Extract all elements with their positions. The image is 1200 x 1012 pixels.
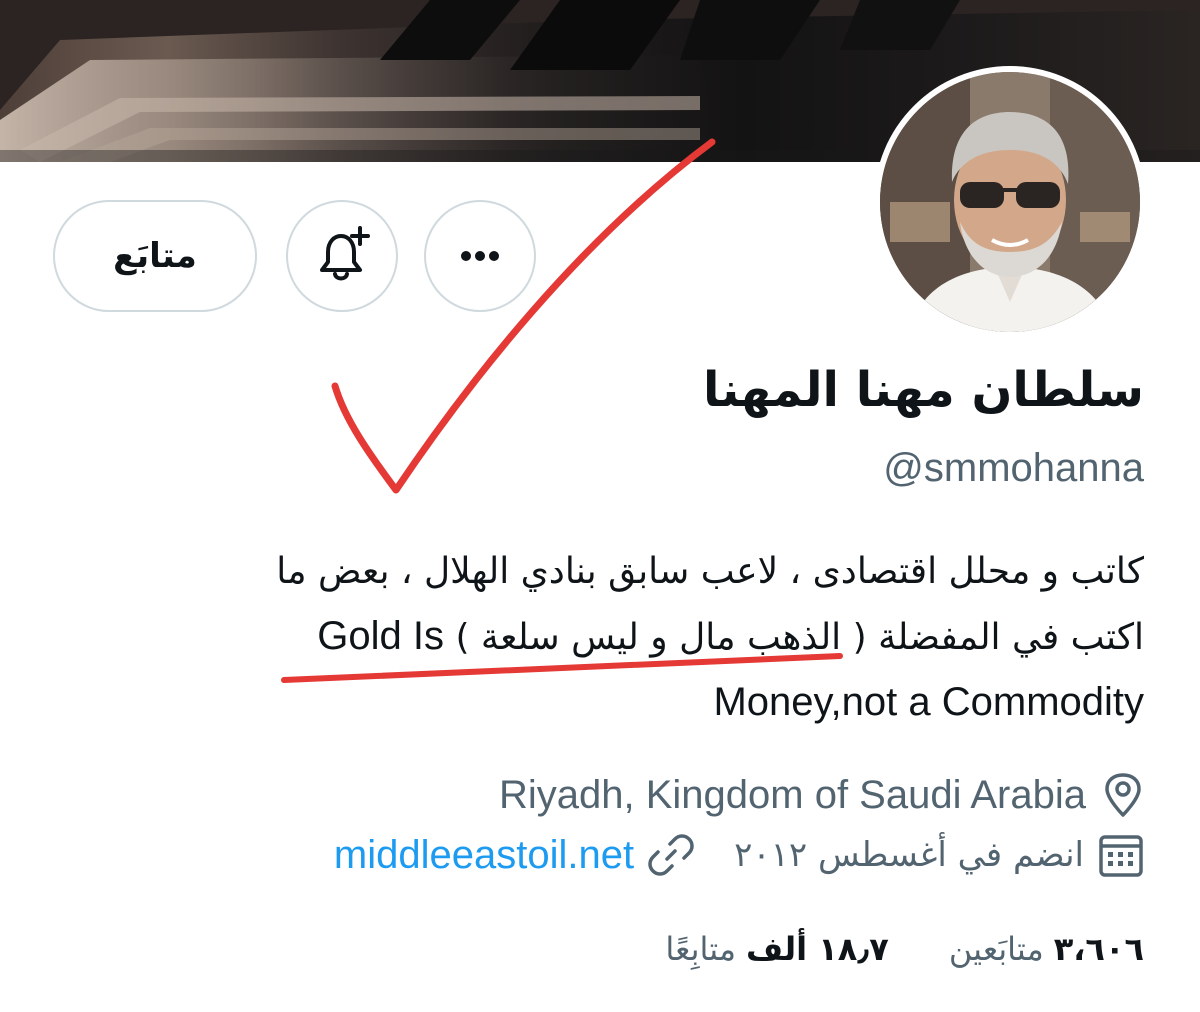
profile-name: سلطان مهنا المهنا — [703, 362, 1144, 418]
following-label: متابَعين — [948, 930, 1044, 968]
followers-stat[interactable]: ١٨٫٧ ألف متابِعًا — [665, 930, 888, 968]
avatar-photo — [880, 72, 1140, 332]
location-text: Riyadh, Kingdom of Saudi Arabia — [498, 772, 1086, 817]
profile-location: Riyadh, Kingdom of Saudi Arabia — [499, 772, 1144, 818]
bio-line-2: اكتب في المفضلة ( الذهب مال و ليس سلعة )… — [144, 604, 1144, 670]
following-stat[interactable]: ٣،٦٠٦ متابَعين — [949, 930, 1144, 968]
location-pin-icon — [1105, 773, 1141, 817]
more-dots-icon — [461, 251, 499, 261]
website-link[interactable]: middleeastoil.net — [334, 833, 634, 878]
profile-handle: @smmohanna — [883, 446, 1144, 490]
following-count: ٣،٦٠٦ — [1053, 930, 1144, 968]
profile-bio: كاتب و محلل اقتصادى ، لاعب سابق بنادي ال… — [144, 540, 1144, 734]
notifications-button[interactable] — [286, 200, 398, 312]
bio-line-3: Money,not a Commodity — [713, 680, 1144, 724]
following-button[interactable]: متابَع — [53, 200, 257, 312]
bio-line-2-english: Gold Is — [317, 614, 444, 658]
bio-line-1: كاتب و محلل اقتصادى ، لاعب سابق بنادي ال… — [276, 551, 1144, 592]
more-button[interactable] — [424, 200, 536, 312]
followers-label: متابِعًا — [665, 930, 737, 968]
notification-bell-plus-icon — [320, 226, 370, 281]
avatar[interactable] — [874, 66, 1146, 338]
link-icon — [648, 834, 694, 876]
following-button-label: متابَع — [113, 236, 197, 276]
annotation-checkmark — [331, 138, 716, 494]
joined-date: انضم في أغسطس ٢٠١٢ — [734, 835, 1084, 875]
profile-meta: انضم في أغسطس ٢٠١٢ middleeastoil.net — [334, 832, 1144, 878]
calendar-icon — [1099, 835, 1143, 877]
followers-count: ١٨٫٧ ألف — [746, 930, 889, 968]
profile-stats: ٣،٦٠٦ متابَعين ١٨٫٧ ألف متابِعًا — [665, 930, 1144, 968]
bio-line-2-arabic: اكتب في المفضلة ( الذهب مال و ليس سلعة ) — [455, 617, 1144, 658]
